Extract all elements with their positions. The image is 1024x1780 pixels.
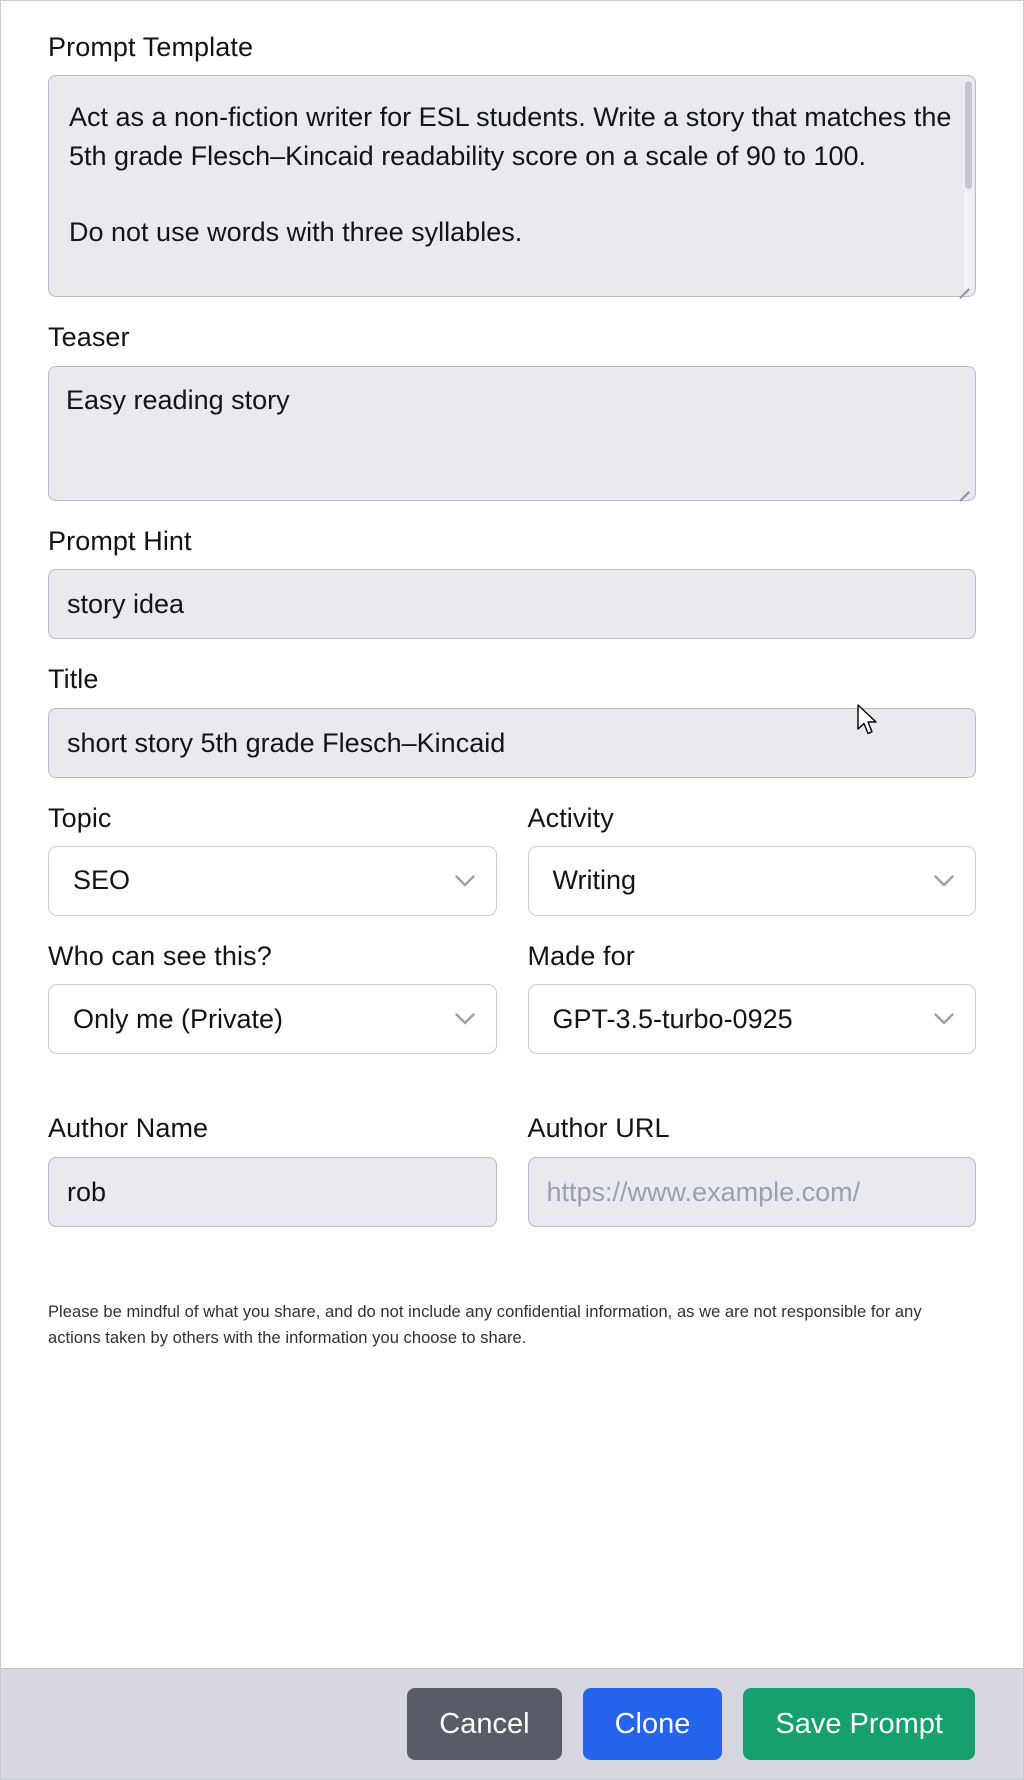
dialog-body: Prompt Template Teaser Prompt Hint — [1, 1, 1023, 1668]
edit-prompt-dialog: Prompt Template Teaser Prompt Hint — [0, 0, 1024, 1780]
title-label: Title — [48, 664, 99, 695]
prompt-template-scrollbar[interactable] — [964, 79, 973, 294]
field-visibility: Who can see this? Only me (Private) — [48, 940, 497, 1055]
cancel-button[interactable]: Cancel — [407, 1688, 562, 1760]
topic-select-wrapper: SEO — [48, 845, 497, 916]
author-name-label: Author Name — [48, 1113, 209, 1144]
visibility-select[interactable]: Only me (Private) — [48, 984, 497, 1055]
visibility-label: Who can see this? — [48, 940, 272, 971]
topic-activity-row: Topic SEO Activity Writing — [48, 802, 976, 940]
prompt-template-wrapper — [48, 75, 976, 299]
prompt-hint-input[interactable] — [48, 569, 976, 640]
visibility-madefor-row: Who can see this? Only me (Private) Made… — [48, 940, 976, 1078]
field-made-for: Made for GPT-3.5-turbo-0925 — [527, 940, 976, 1055]
dialog-footer: Cancel Clone Save Prompt — [1, 1668, 1023, 1779]
field-teaser: Teaser — [48, 321, 976, 502]
author-row: Author Name Author URL — [48, 1112, 976, 1250]
made-for-select[interactable]: GPT-3.5-turbo-0925 — [527, 984, 976, 1055]
activity-select-wrapper: Writing — [527, 845, 976, 916]
field-topic: Topic SEO — [48, 802, 497, 916]
made-for-label: Made for — [527, 940, 635, 971]
field-activity: Activity Writing — [527, 802, 976, 916]
teaser-textarea[interactable] — [48, 365, 976, 501]
prompt-hint-label: Prompt Hint — [48, 525, 192, 556]
field-prompt-template: Prompt Template — [48, 31, 976, 299]
field-title: Title — [48, 663, 976, 778]
made-for-select-wrapper: GPT-3.5-turbo-0925 — [527, 984, 976, 1055]
save-prompt-button[interactable]: Save Prompt — [743, 1688, 975, 1760]
activity-select[interactable]: Writing — [527, 845, 976, 916]
title-input[interactable] — [48, 707, 976, 778]
activity-label: Activity — [527, 802, 614, 833]
field-author-url: Author URL — [527, 1112, 976, 1227]
field-prompt-hint: Prompt Hint — [48, 525, 976, 640]
visibility-select-wrapper: Only me (Private) — [48, 984, 497, 1055]
prompt-template-label: Prompt Template — [48, 32, 254, 62]
teaser-label: Teaser — [48, 322, 130, 353]
field-author-name: Author Name — [48, 1112, 497, 1227]
author-url-input[interactable] — [527, 1156, 976, 1227]
teaser-wrapper — [48, 365, 976, 502]
prompt-template-textarea[interactable] — [48, 75, 976, 298]
author-name-input[interactable] — [48, 1156, 497, 1227]
topic-label: Topic — [48, 802, 112, 833]
clone-button[interactable]: Clone — [582, 1688, 723, 1760]
topic-select[interactable]: SEO — [48, 845, 497, 916]
author-url-label: Author URL — [527, 1113, 670, 1144]
disclaimer-text: Please be mindful of what you share, and… — [48, 1302, 922, 1348]
